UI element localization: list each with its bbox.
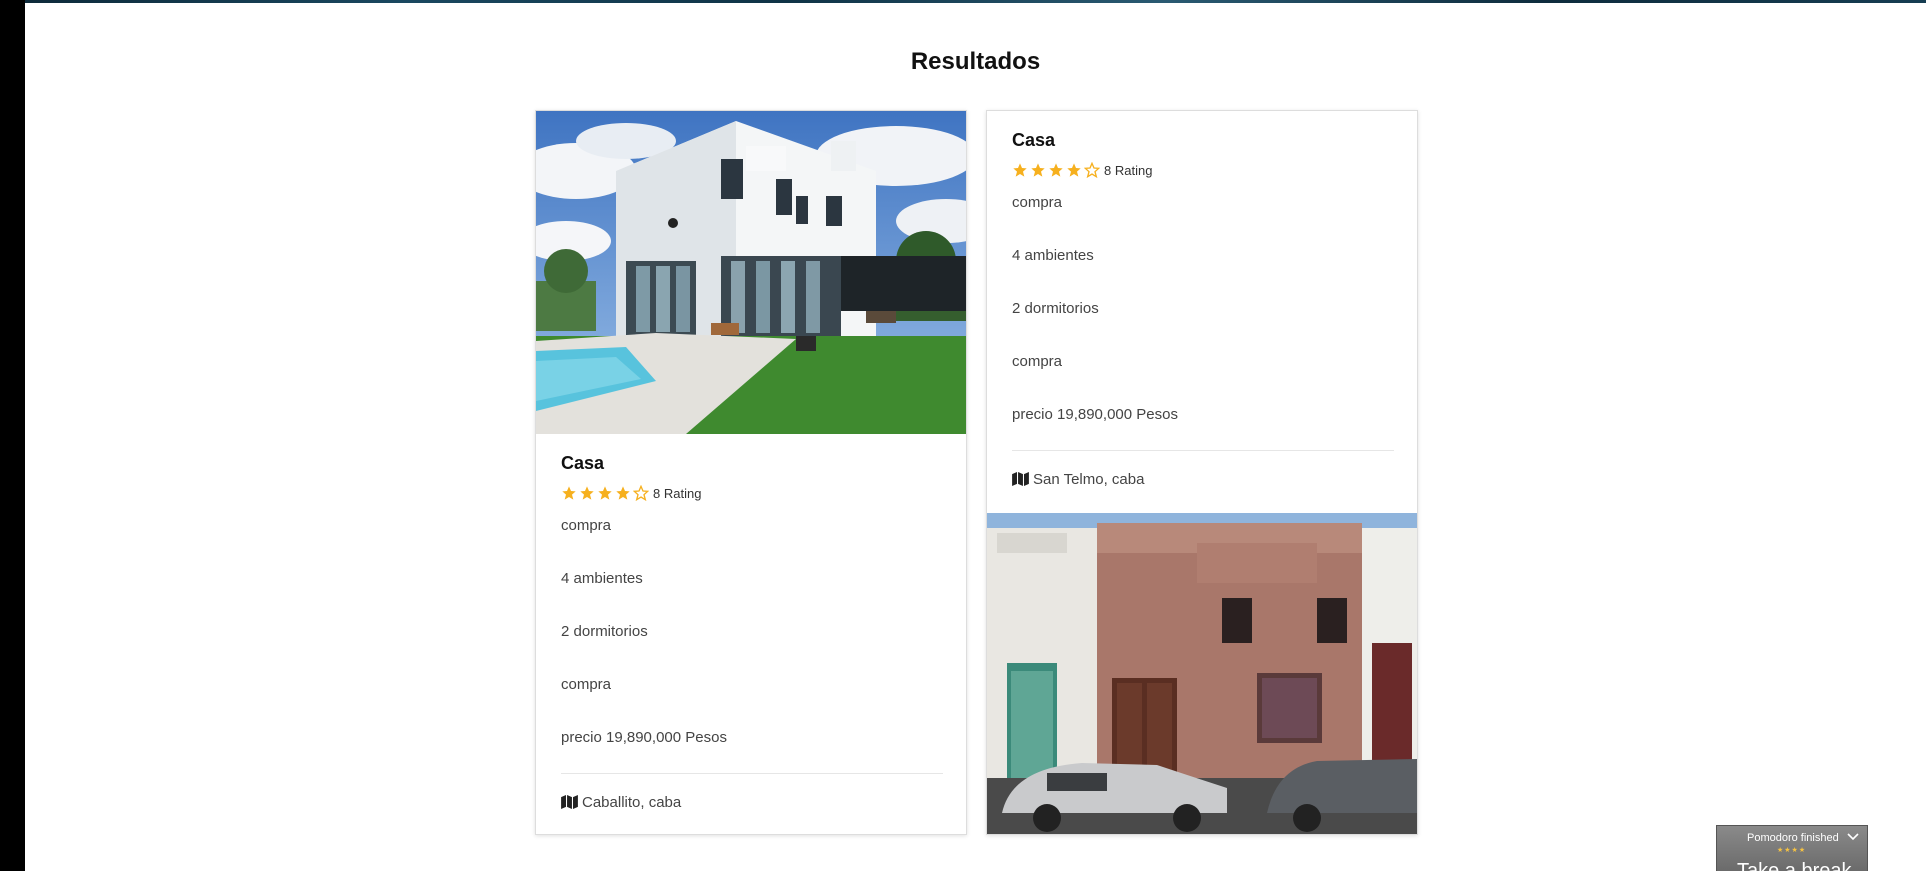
listing-card[interactable]: Casa 8 Rating compra 4 ambientes 2 dormi… — [535, 110, 967, 835]
detail-rooms: 4 ambientes — [1012, 247, 1094, 264]
rating-label: 8 Rating — [653, 485, 702, 501]
detail-operation-2: compra — [1012, 353, 1063, 370]
map-icon — [1012, 472, 1029, 486]
star-filled-icon — [1031, 163, 1045, 177]
star-filled-icon — [562, 486, 576, 500]
divider — [561, 773, 943, 774]
listing-card[interactable]: Casa 8 Rating compra 4 ambientes 2 dormi… — [986, 110, 1418, 835]
detail-operation: compra — [1012, 194, 1063, 211]
listing-photo[interactable] — [536, 111, 966, 434]
detail-price: precio 19,890,000 Pesos — [1012, 406, 1178, 423]
star-empty-icon — [633, 485, 649, 501]
chevron-down-icon[interactable] — [1847, 832, 1859, 842]
star-filled-icon — [1013, 163, 1027, 177]
detail-bedrooms: 2 dormitorios — [1012, 300, 1099, 317]
listing-location: San Telmo, caba — [1012, 470, 1394, 488]
rating-row: 8 Rating — [1012, 162, 1394, 178]
map-icon — [561, 795, 578, 809]
detail-operation: compra — [561, 517, 612, 534]
modern-house-image — [536, 111, 966, 434]
results-heading: Resultados — [910, 48, 1041, 75]
listing-location: Caballito, caba — [561, 793, 943, 811]
rating-row: 8 Rating — [561, 485, 943, 501]
star-filled-icon — [580, 486, 594, 500]
listing-details: Casa 8 Rating compra 4 ambientes 2 dormi… — [561, 451, 943, 811]
star-filled-icon — [1049, 163, 1063, 177]
detail-operation-2: compra — [561, 676, 612, 693]
townhouse-image — [987, 513, 1417, 834]
listing-title[interactable]: Casa — [561, 451, 943, 475]
pomodoro-message: Take a break — [1737, 860, 1852, 871]
star-empty-icon — [1084, 162, 1100, 178]
pomodoro-notification[interactable]: Pomodoro finished ★★★★ Take a break — [1716, 825, 1868, 871]
listing-photo[interactable] — [987, 513, 1417, 834]
star-filled-icon — [598, 486, 612, 500]
page: Resultados Casa 8 Rating compra 4 ambien… — [25, 0, 1926, 871]
listing-details: Casa 8 Rating compra 4 ambientes 2 dormi… — [1012, 128, 1394, 488]
pomodoro-stars: ★★★★ — [1777, 847, 1807, 854]
rating-label: 8 Rating — [1104, 162, 1153, 178]
detail-rooms: 4 ambientes — [561, 570, 643, 587]
divider — [1012, 450, 1394, 451]
detail-price: precio 19,890,000 Pesos — [561, 729, 727, 746]
pomodoro-title: Pomodoro finished — [1747, 832, 1839, 844]
hero-banner-edge — [25, 0, 1926, 3]
star-filled-icon — [1067, 163, 1081, 177]
location-text: Caballito, caba — [582, 793, 682, 811]
listing-title[interactable]: Casa — [1012, 128, 1394, 152]
star-filled-icon — [616, 486, 630, 500]
detail-bedrooms: 2 dormitorios — [561, 623, 648, 640]
location-text: San Telmo, caba — [1033, 470, 1145, 488]
